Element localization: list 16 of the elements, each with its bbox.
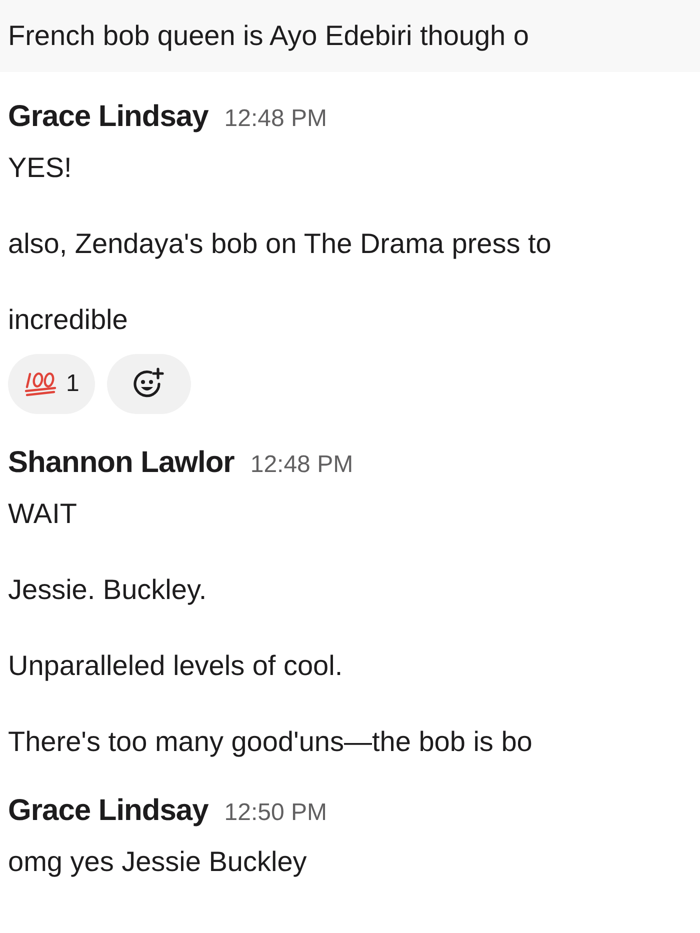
timestamp[interactable]: 12:48 PM	[224, 101, 327, 137]
message-text: WAIT	[8, 497, 78, 531]
timestamp[interactable]: 12:50 PM	[224, 795, 327, 831]
message-text: Jessie. Buckley.	[8, 573, 208, 607]
message-text: incredible	[8, 303, 129, 337]
message-text: French bob queen is Ayo Edebiri though o	[8, 19, 529, 53]
message-text: There's too many good'uns—the bob is bo	[8, 725, 534, 759]
message-text: Unparalleled levels of cool.	[8, 649, 344, 683]
message-text: also, Zendaya's bob on The Drama press to	[8, 227, 552, 261]
author-name[interactable]: Shannon Lawlor	[8, 440, 234, 485]
message-text: YES!	[8, 151, 73, 185]
reaction-button[interactable]: 1	[8, 354, 96, 414]
author-name[interactable]: Grace Lindsay	[8, 788, 208, 833]
message-text: omg yes Jessie Buckley	[8, 845, 308, 879]
timestamp[interactable]: 12:48 PM	[250, 447, 354, 483]
author-name[interactable]: Grace Lindsay	[8, 94, 208, 139]
